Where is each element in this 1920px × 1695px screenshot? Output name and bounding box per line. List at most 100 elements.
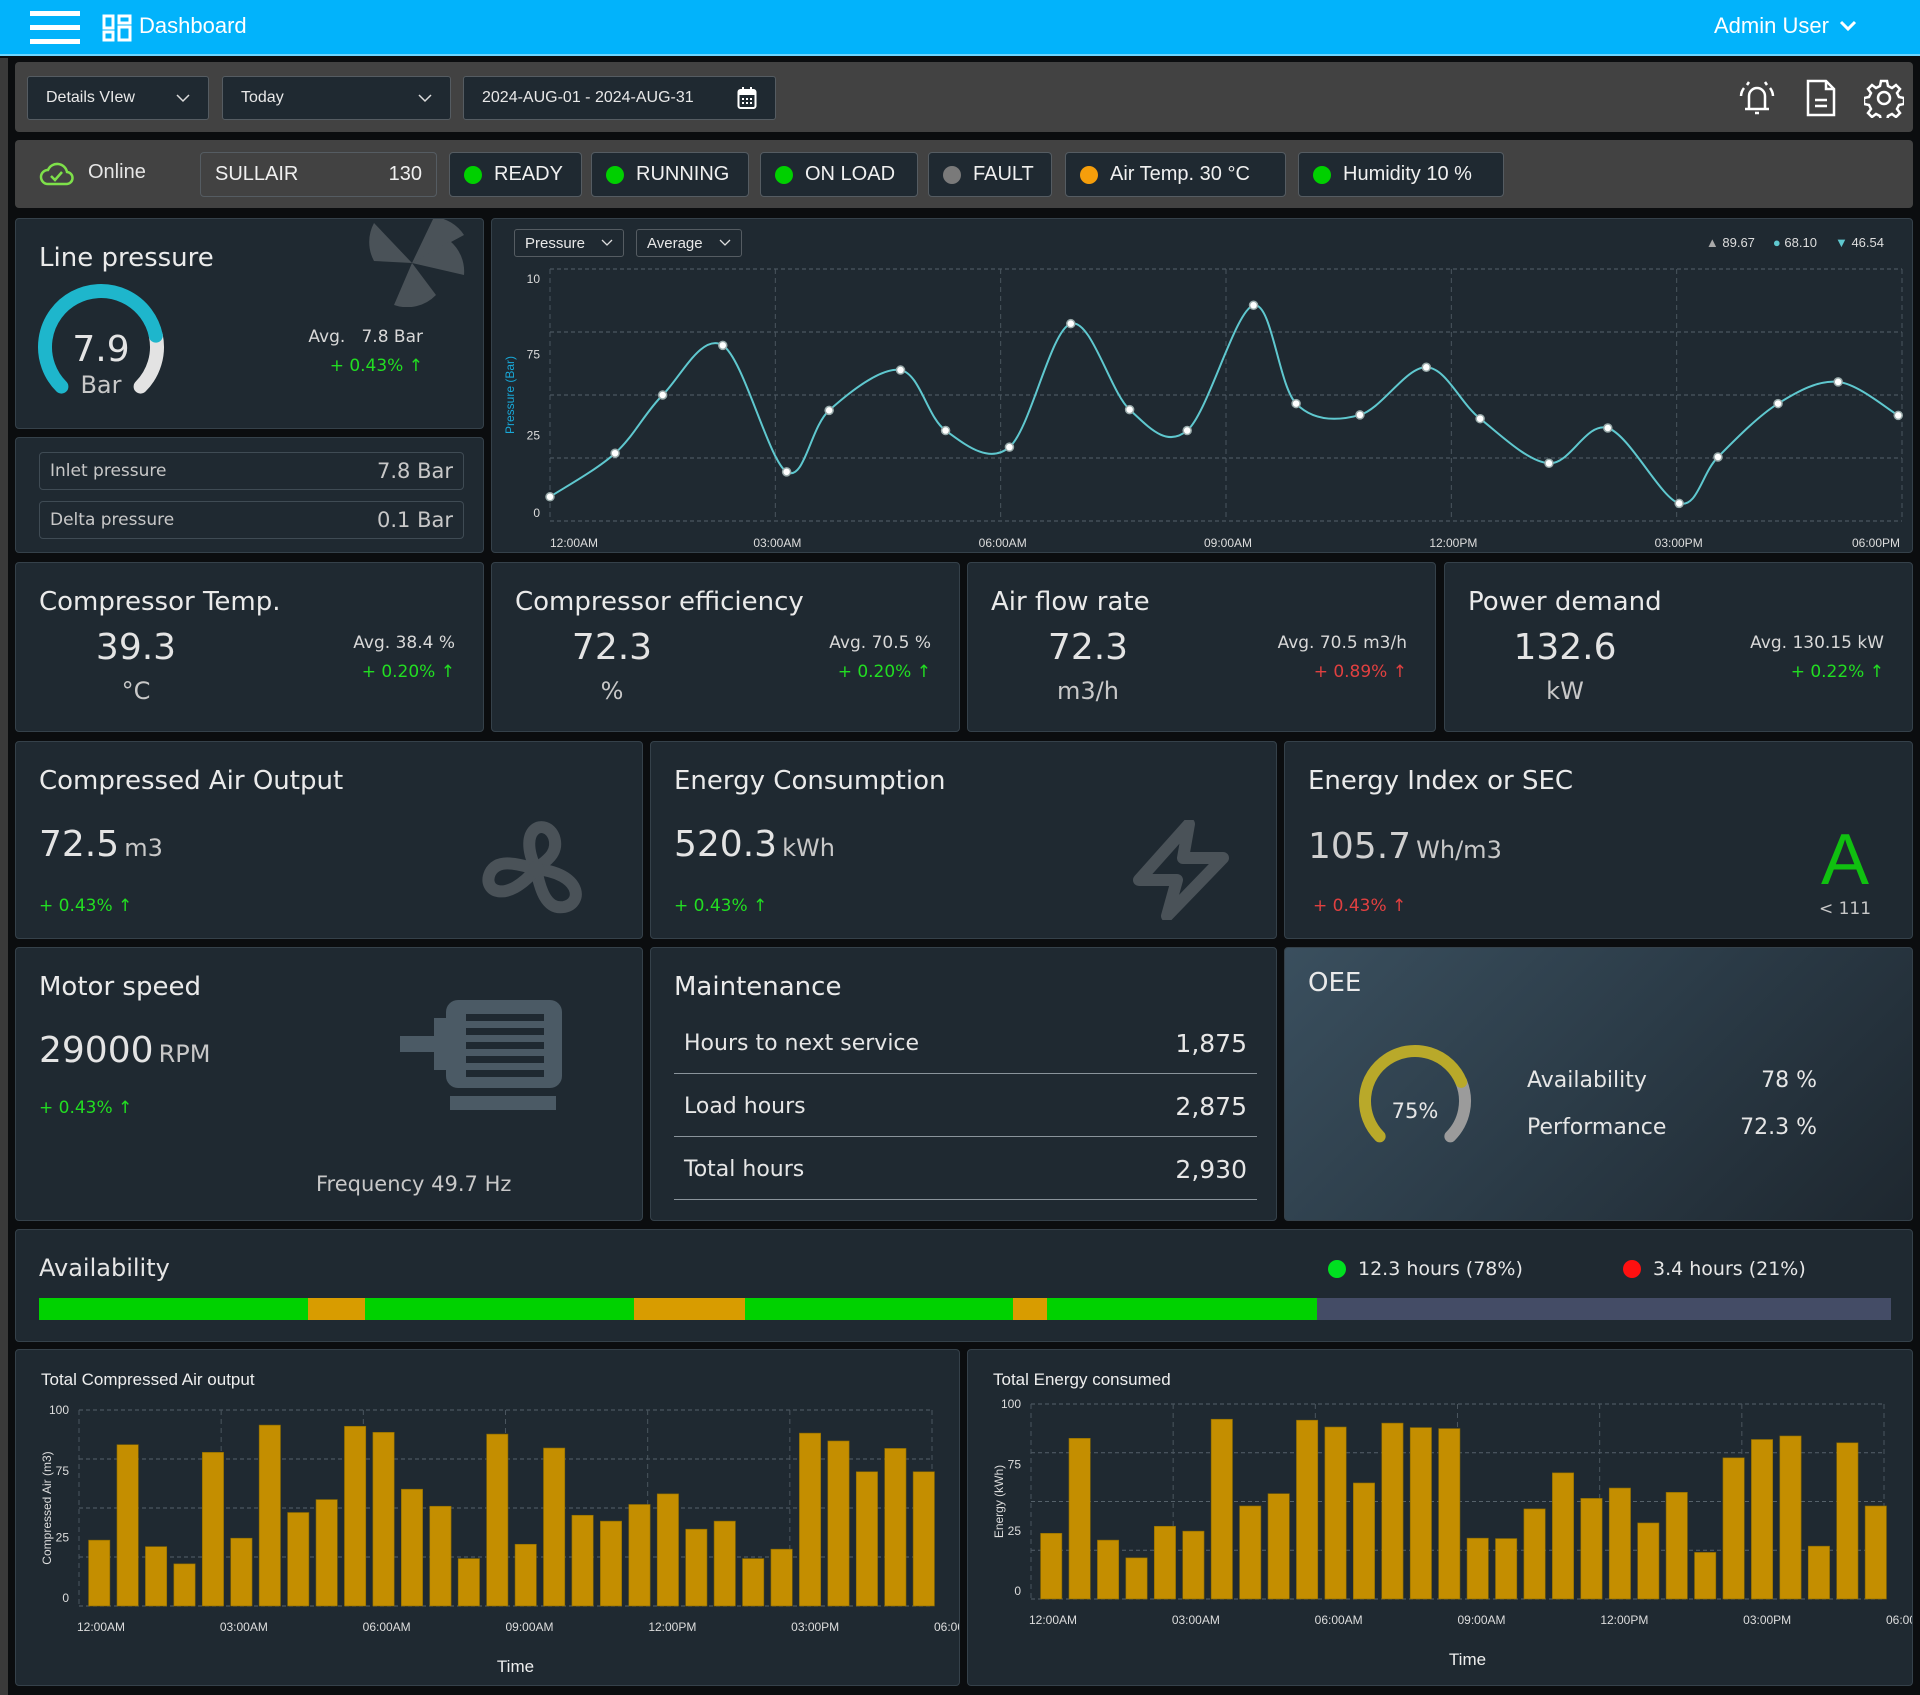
data-point[interactable] xyxy=(1004,442,1015,452)
bar[interactable] xyxy=(1495,1538,1518,1600)
timeline-segment-partial[interactable] xyxy=(1013,1298,1047,1320)
bar[interactable] xyxy=(88,1539,111,1607)
bar[interactable] xyxy=(173,1563,196,1607)
view-select[interactable]: Details VIew xyxy=(27,76,209,120)
bar[interactable] xyxy=(628,1504,651,1607)
data-point[interactable] xyxy=(1674,498,1684,509)
data-point[interactable] xyxy=(1713,452,1723,462)
timeline-segment-partial[interactable] xyxy=(307,1298,365,1320)
data-point[interactable] xyxy=(824,405,834,416)
data-point[interactable] xyxy=(1066,318,1076,329)
bar[interactable] xyxy=(1068,1438,1091,1600)
alarm-bell-icon[interactable] xyxy=(1737,78,1777,118)
report-document-icon[interactable] xyxy=(1805,78,1837,118)
bar[interactable] xyxy=(1722,1457,1745,1600)
bar[interactable] xyxy=(713,1520,736,1607)
bar[interactable] xyxy=(1438,1428,1461,1600)
data-point[interactable] xyxy=(1603,423,1613,433)
bar[interactable] xyxy=(600,1520,622,1607)
bar[interactable] xyxy=(1040,1532,1063,1600)
data-point[interactable] xyxy=(1421,362,1432,373)
bar[interactable] xyxy=(457,1558,480,1607)
data-point[interactable] xyxy=(545,492,555,502)
bar[interactable] xyxy=(1864,1505,1887,1600)
data-point[interactable] xyxy=(1475,413,1485,424)
bar[interactable] xyxy=(1466,1537,1489,1600)
bar[interactable] xyxy=(855,1471,878,1607)
bar[interactable] xyxy=(1608,1487,1631,1600)
bar[interactable] xyxy=(1125,1557,1148,1600)
data-point[interactable] xyxy=(1291,398,1301,409)
hamburger-menu-icon[interactable] xyxy=(30,11,80,45)
bar[interactable] xyxy=(1779,1435,1802,1600)
bar[interactable] xyxy=(656,1493,679,1607)
bar[interactable] xyxy=(258,1424,281,1607)
data-point[interactable] xyxy=(1773,398,1783,409)
machine-selector[interactable]: SULLAIR 130 xyxy=(200,152,437,197)
bar[interactable] xyxy=(429,1505,452,1607)
bar[interactable] xyxy=(1552,1472,1574,1600)
bar[interactable] xyxy=(1324,1426,1347,1600)
bar[interactable] xyxy=(770,1548,793,1607)
data-point[interactable] xyxy=(657,390,668,400)
bar[interactable] xyxy=(230,1537,253,1607)
bar[interactable] xyxy=(1353,1482,1375,1600)
bar[interactable] xyxy=(912,1471,935,1607)
bar[interactable] xyxy=(1381,1422,1404,1600)
bar[interactable] xyxy=(1807,1545,1830,1600)
date-range-picker[interactable]: 2024-AUG-01 - 2024-AUG-31 xyxy=(463,76,776,120)
bar[interactable] xyxy=(1694,1552,1717,1600)
timeline-segment-remaining[interactable] xyxy=(1316,1298,1892,1320)
bar[interactable] xyxy=(1153,1525,1176,1600)
bar[interactable] xyxy=(884,1448,907,1607)
bar[interactable] xyxy=(742,1558,765,1607)
bar[interactable] xyxy=(372,1432,395,1607)
bar[interactable] xyxy=(1267,1493,1290,1600)
data-point[interactable] xyxy=(940,425,951,436)
timeline-segment-partial[interactable] xyxy=(633,1298,745,1320)
settings-gear-icon[interactable] xyxy=(1864,78,1904,118)
bar[interactable] xyxy=(1665,1492,1688,1600)
bar[interactable] xyxy=(827,1440,850,1607)
bar[interactable] xyxy=(1409,1427,1432,1600)
data-point[interactable] xyxy=(1893,410,1903,421)
bar[interactable] xyxy=(344,1425,367,1607)
bar[interactable] xyxy=(1751,1439,1774,1600)
bar[interactable] xyxy=(514,1543,537,1607)
data-point[interactable] xyxy=(781,467,792,477)
timeline-segment-available[interactable] xyxy=(1046,1298,1317,1320)
bar[interactable] xyxy=(287,1512,310,1607)
data-point[interactable] xyxy=(895,365,906,375)
period-select[interactable]: Today xyxy=(222,76,451,120)
bar[interactable] xyxy=(1637,1522,1660,1600)
bar[interactable] xyxy=(1097,1539,1120,1600)
page-title[interactable]: Dashboard xyxy=(139,13,247,39)
bar[interactable] xyxy=(1523,1508,1546,1600)
bar[interactable] xyxy=(201,1452,224,1607)
data-point[interactable] xyxy=(1544,458,1554,469)
timeline-segment-available[interactable] xyxy=(39,1298,308,1320)
data-point[interactable] xyxy=(1355,410,1365,420)
bar[interactable] xyxy=(1182,1530,1205,1600)
data-point[interactable] xyxy=(718,340,728,351)
bar[interactable] xyxy=(1836,1442,1859,1600)
bar[interactable] xyxy=(543,1447,566,1607)
bar[interactable] xyxy=(401,1488,423,1607)
bar[interactable] xyxy=(571,1514,594,1607)
bar[interactable] xyxy=(145,1546,168,1607)
bar[interactable] xyxy=(1210,1418,1233,1600)
data-point[interactable] xyxy=(1833,377,1843,387)
timeline-segment-available[interactable] xyxy=(744,1298,1014,1320)
user-menu[interactable]: Admin User xyxy=(1714,13,1857,39)
bar[interactable] xyxy=(1239,1505,1262,1600)
data-point[interactable] xyxy=(610,448,620,458)
bar[interactable] xyxy=(116,1444,139,1607)
bar[interactable] xyxy=(685,1528,708,1607)
bar[interactable] xyxy=(799,1432,822,1607)
bar[interactable] xyxy=(1580,1498,1603,1600)
bar[interactable] xyxy=(315,1499,338,1607)
timeline-segment-available[interactable] xyxy=(364,1298,634,1320)
data-point[interactable] xyxy=(1182,425,1192,436)
data-point[interactable] xyxy=(1248,300,1259,311)
bar[interactable] xyxy=(486,1433,509,1607)
